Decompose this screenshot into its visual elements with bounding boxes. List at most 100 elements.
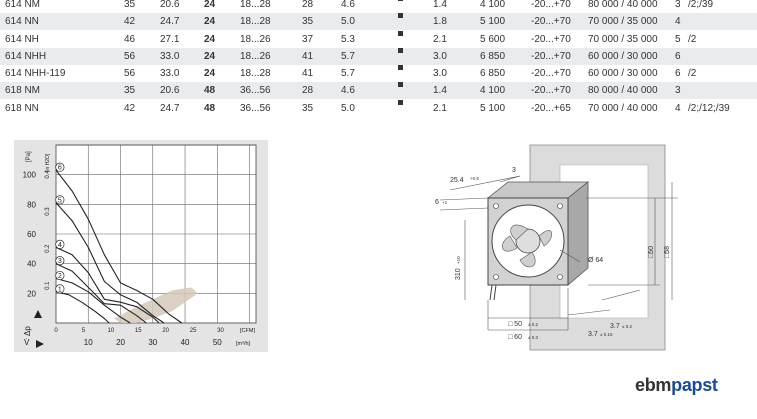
table-cell: 35 [124, 0, 136, 10]
dim-6-tol: +1 [442, 200, 448, 205]
table-cell: 24 [204, 51, 216, 62]
table-cell: 4 100 [480, 85, 506, 96]
table-cell: 70 000 / 40 000 [588, 103, 658, 114]
table-cell: 2.1 [433, 103, 447, 114]
x-tick-cfm: 20 [162, 328, 169, 334]
table-cell: 35 [302, 103, 314, 114]
model-cell: 614 NM [5, 0, 41, 10]
table-cell: 6 850 [480, 68, 506, 79]
y-unit-pa: [Pa] [26, 151, 32, 162]
table-cell: 46 [124, 34, 136, 45]
table-cell: 6 [675, 51, 681, 62]
table-row: 614 NHH-119 56 33.0 24 18...28 41 5.7 3.0 6 850 -… [0, 65, 757, 82]
table-cell: 80 000 / 40 000 [588, 0, 658, 10]
table-cell: 33.0 [160, 68, 180, 79]
table-cell: 18...28 [240, 16, 271, 27]
table-cell: 42 [124, 16, 136, 27]
table-cell: /2 [688, 68, 697, 79]
table-cell: -20...+70 [531, 68, 571, 79]
table-cell: 80 000 / 40 000 [588, 85, 658, 96]
series-label-6: 6 [58, 165, 62, 172]
series-label-4: 4 [58, 242, 62, 249]
table-cell: 5.0 [341, 16, 355, 27]
table-cell: 4 [675, 103, 681, 114]
dim-64: Ø 64 [588, 257, 603, 264]
x-unit-cfm: [CFM] [240, 328, 255, 334]
table-cell: -20...+70 [531, 51, 571, 62]
table-cell: 1.4 [433, 0, 447, 10]
table-cell: 28 [302, 85, 314, 96]
table-cell: 5.7 [341, 68, 355, 79]
table-cell: 41 [302, 68, 314, 79]
table-cell: 1.4 [433, 85, 447, 96]
series-label-3: 3 [58, 258, 62, 265]
table-cell: 1.8 [433, 16, 447, 27]
y-tick-inh2o: 0.2 [45, 244, 51, 253]
dim-50-tol: ± 0.2 [528, 322, 538, 327]
table-row: 618 NN 42 24.7 48 36...56 35 5.0 2.1 5 100 -20...… [0, 100, 757, 117]
table-cell: 35 [124, 85, 136, 96]
table-cell: 24 [204, 16, 216, 27]
table-cell: -20...+70 [531, 85, 571, 96]
table-cell: 35 [302, 16, 314, 27]
x-tick-m3h: 40 [181, 338, 190, 347]
model-cell: 614 NHH [5, 51, 47, 62]
model-cell: 614 NN [5, 16, 39, 27]
model-cell: 618 NN [5, 103, 39, 114]
table-cell: 60 000 / 30 000 [588, 51, 658, 62]
x-tick-m3h: 30 [148, 338, 157, 347]
table-cell: 3 [675, 0, 681, 10]
fan-dimension-drawing: 25.4 +0.5 3 6 +1 310 +10 Ø 64 □50 □58 □ … [435, 144, 678, 351]
table-cell: 24.7 [160, 16, 180, 27]
table-cell: /2;/39 [688, 0, 714, 10]
dim-3-7-b: 3.7 [588, 331, 598, 338]
dim-310-tol: +10 [456, 256, 461, 264]
dim-58: □58 [664, 246, 671, 258]
y-tick-pa: 80 [27, 200, 36, 209]
dim-310: 310 [455, 268, 462, 280]
table-cell: 5.0 [341, 103, 355, 114]
table-cell: 36...56 [240, 85, 271, 96]
table-cell: 3.0 [433, 68, 447, 79]
table-cell: 48 [204, 85, 216, 96]
table-row: 614 NN 42 24.7 24 18...28 35 5.0 1.8 5 100 -20...… [0, 13, 757, 30]
table-cell: 5 100 [480, 16, 506, 27]
table-cell: 18...28 [240, 0, 271, 10]
table-cell: -20...+65 [531, 103, 571, 114]
table-cell: 4.6 [341, 0, 355, 10]
logo-part-papst: papst [671, 375, 718, 395]
table-cell: 24 [204, 34, 216, 45]
y-tick-inh2o: 0.3 [45, 207, 51, 216]
x-tick-m3h: 10 [84, 338, 93, 347]
table-row: 614 NM 35 20.6 24 18...28 28 4.6 1.4 4 100 -20...… [0, 0, 757, 13]
x-tick-cfm: 25 [190, 328, 197, 334]
series-label-1: 1 [58, 286, 62, 293]
dim-50-vertical: □50 [648, 246, 655, 258]
table-cell: 60 000 / 30 000 [588, 68, 658, 79]
table-cell: -20...+70 [531, 0, 571, 10]
table-cell: 70 000 / 35 000 [588, 34, 658, 45]
dim-3: 3 [512, 167, 516, 174]
table-cell: 28 [302, 0, 314, 10]
table-cell: 27.1 [160, 34, 180, 45]
y-tick-pa: 40 [27, 260, 36, 269]
performance-chart: 123456 204060801000.10.20.30.40 5 10 15 20 25… [14, 140, 268, 352]
y-tick-pa: 100 [23, 171, 37, 180]
table-row: 614 NHH 56 33.0 24 18...26 41 5.7 3.0 6 850 -20..… [0, 48, 757, 65]
table-cell: 4 [675, 16, 681, 27]
y-unit-inh2o: [in H2O] [45, 153, 51, 172]
table-cell: 56 [124, 51, 136, 62]
table-cell: 20.6 [160, 0, 180, 10]
y-tick-inh2o: 0.1 [45, 281, 51, 290]
dim-3-7-b-tol: ± 0.15 [600, 332, 613, 337]
table-cell: 56 [124, 68, 136, 79]
dim-6: 6 [435, 199, 439, 206]
table-cell: 18...26 [240, 34, 271, 45]
table-cell: -20...+70 [531, 16, 571, 27]
dim-3-7-a: 3.7 [610, 323, 620, 330]
table-cell: 37 [302, 34, 314, 45]
table-row: 614 NH 46 27.1 24 18...26 37 5.3 2.1 5 600 -20...… [0, 31, 757, 48]
table-cell: 24 [204, 68, 216, 79]
table-cell: 24.7 [160, 103, 180, 114]
table-cell: 3 [675, 85, 681, 96]
